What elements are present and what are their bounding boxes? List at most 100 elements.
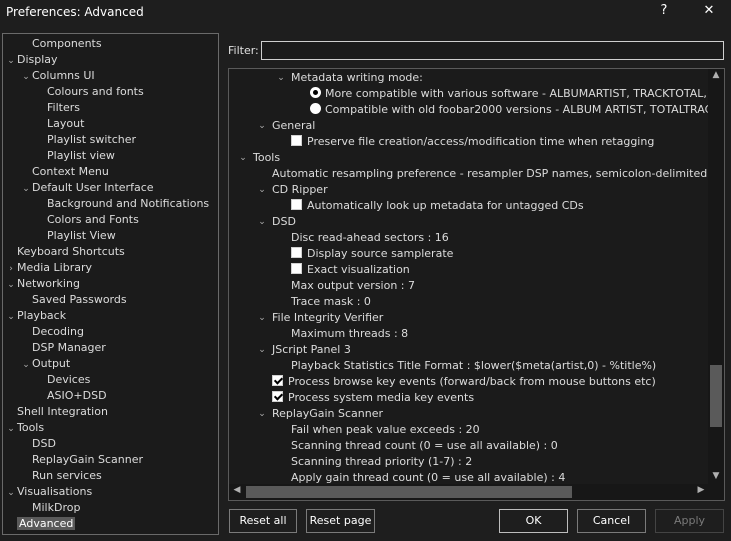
cancel-button[interactable]: Cancel	[577, 509, 646, 533]
chevron-right-icon[interactable]: ›	[5, 261, 17, 277]
tree-item[interactable]: Background and Notifications	[35, 196, 209, 212]
tree-item-label: Components	[32, 37, 102, 50]
chevron-down-icon[interactable]: ⌄	[238, 150, 248, 166]
settings-group[interactable]: ⌄ File Integrity Verifier	[258, 310, 383, 326]
chevron-down-icon[interactable]: ⌄	[5, 421, 17, 437]
checkbox[interactable]	[272, 375, 283, 386]
tree-item[interactable]: ⌄ Display	[5, 52, 57, 69]
tree-item[interactable]: Devices	[35, 372, 90, 388]
settings-group[interactable]: ⌄ JScript Panel 3	[258, 342, 351, 358]
checkbox[interactable]	[272, 391, 283, 402]
tree-item[interactable]: ASIO+DSD	[35, 388, 107, 404]
help-button[interactable]: ?	[654, 3, 674, 18]
tree-item-label: ReplayGain Scanner	[32, 453, 143, 466]
settings-group[interactable]: ⌄ General	[258, 118, 315, 134]
settings-group[interactable]: ⌄ Tools	[239, 150, 280, 166]
settings-group[interactable]: ⌄ CD Ripper	[258, 182, 327, 198]
tree-item[interactable]: ⌄ Visualisations	[5, 484, 92, 500]
settings-label: DSD	[272, 215, 296, 228]
tree-item[interactable]: DSP Manager	[20, 340, 106, 356]
settings-item[interactable]: More compatible with various software - …	[310, 86, 724, 102]
tree-item-label: Playback	[17, 309, 67, 322]
tree-item[interactable]: Layout	[35, 116, 84, 132]
scroll-left-icon[interactable]: ◀	[229, 485, 245, 495]
apply-button[interactable]: Apply	[655, 509, 724, 533]
chevron-down-icon[interactable]: ⌄	[20, 181, 32, 197]
close-button[interactable]: ✕	[699, 3, 719, 18]
checkbox[interactable]	[291, 135, 302, 146]
tree-item[interactable]: DSD	[20, 436, 56, 452]
tree-item[interactable]: ⌄ Tools	[5, 420, 44, 436]
tree-item[interactable]: ReplayGain Scanner	[20, 452, 143, 468]
settings-item[interactable]: Process browse key events (forward/back …	[272, 374, 656, 390]
settings-group[interactable]: ⌄ Metadata writing mode:	[277, 70, 423, 86]
chevron-down-icon[interactable]: ⌄	[276, 70, 286, 86]
settings-item[interactable]: Process system media key events	[272, 390, 474, 406]
checkbox[interactable]	[291, 247, 302, 258]
tree-item[interactable]: ⌄ Networking	[5, 276, 80, 292]
settings-item[interactable]: Automatically look up metadata for untag…	[291, 198, 584, 214]
chevron-down-icon[interactable]: ⌄	[257, 406, 267, 422]
tree-item[interactable]: Playlist view	[35, 148, 115, 164]
vertical-scroll-thumb[interactable]	[710, 365, 722, 427]
chevron-down-icon[interactable]: ⌄	[20, 357, 32, 373]
horizontal-scrollbar[interactable]: ◀ ▶	[229, 484, 724, 500]
chevron-down-icon[interactable]: ⌄	[257, 214, 267, 230]
settings-item[interactable]: Exact visualization	[291, 262, 410, 278]
settings-item[interactable]: Display source samplerate	[291, 246, 453, 262]
scroll-up-icon[interactable]: ▲	[708, 70, 724, 80]
tree-item[interactable]: Filters	[35, 100, 80, 116]
tree-item[interactable]: Saved Passwords	[20, 292, 127, 308]
chevron-down-icon[interactable]: ⌄	[20, 69, 32, 85]
vertical-scrollbar[interactable]: ▲ ▼	[708, 69, 724, 485]
settings-group[interactable]: ⌄ ReplayGain Scanner	[258, 406, 383, 422]
tree-item[interactable]: Run services	[20, 468, 102, 484]
tree-item[interactable]: Decoding	[20, 324, 84, 340]
settings-item: Max output version : 7	[291, 278, 415, 294]
tree-item[interactable]: Context Menu	[20, 164, 109, 180]
chevron-down-icon[interactable]: ⌄	[257, 118, 267, 134]
settings-label: Process system media key events	[288, 391, 475, 404]
chevron-down-icon[interactable]: ⌄	[257, 182, 267, 198]
tree-item-label: Colors and Fonts	[47, 213, 139, 226]
tree-item[interactable]: ⌄ Playback	[5, 308, 66, 324]
preferences-tree[interactable]: Components ⌄ Display ⌄ Columns UI Colours and…	[2, 33, 219, 535]
settings-item[interactable]: Preserve file creation/access/modificati…	[291, 134, 654, 150]
chevron-down-icon[interactable]: ⌄	[257, 310, 267, 326]
settings-label: Scanning thread priority (1-7) : 2	[291, 455, 473, 468]
advanced-settings-tree[interactable]: ⌄ Metadata writing mode: More compatible w…	[228, 68, 725, 501]
reset-page-button[interactable]: Reset page	[306, 509, 375, 533]
tree-item[interactable]: MilkDrop	[20, 500, 80, 516]
scroll-down-icon[interactable]: ▼	[708, 471, 724, 481]
tree-item[interactable]: › Media Library	[5, 260, 92, 276]
tree-item[interactable]: ⌄ Default User Interface	[20, 180, 153, 197]
settings-item[interactable]: Compatible with old foobar2000 versions …	[310, 102, 724, 118]
tree-item[interactable]: Shell Integration	[5, 404, 108, 420]
horizontal-scroll-thumb[interactable]	[246, 486, 572, 498]
chevron-down-icon[interactable]: ⌄	[5, 309, 17, 325]
ok-button[interactable]: OK	[499, 509, 568, 533]
chevron-down-icon[interactable]: ⌄	[5, 277, 17, 293]
scroll-right-icon[interactable]: ▶	[693, 485, 709, 495]
tree-item[interactable]: Playlist View	[35, 228, 116, 244]
settings-group[interactable]: ⌄ DSD	[258, 214, 296, 230]
tree-item[interactable]: ⌄ Output	[20, 356, 70, 372]
tree-item[interactable]: Playlist switcher	[35, 132, 136, 148]
tree-item[interactable]: Colours and fonts	[35, 84, 144, 100]
window-title: Preferences: Advanced	[6, 5, 144, 19]
tree-item[interactable]: Components	[20, 36, 102, 52]
checkbox[interactable]	[291, 199, 302, 210]
chevron-down-icon[interactable]: ⌄	[5, 53, 17, 69]
radio-button[interactable]	[310, 87, 321, 98]
reset-all-button[interactable]: Reset all	[229, 509, 297, 533]
tree-item[interactable]: ⌄ Columns UI	[20, 68, 94, 85]
checkbox[interactable]	[291, 263, 302, 274]
chevron-down-icon[interactable]: ⌄	[5, 485, 17, 501]
chevron-down-icon[interactable]: ⌄	[257, 342, 267, 358]
tree-item[interactable]: Keyboard Shortcuts	[5, 244, 125, 260]
tree-item-label: Playlist switcher	[47, 133, 136, 146]
tree-item[interactable]: Colors and Fonts	[35, 212, 139, 228]
tree-item[interactable]: Advanced	[5, 516, 76, 532]
radio-button[interactable]	[310, 103, 321, 114]
filter-input[interactable]	[261, 41, 724, 60]
